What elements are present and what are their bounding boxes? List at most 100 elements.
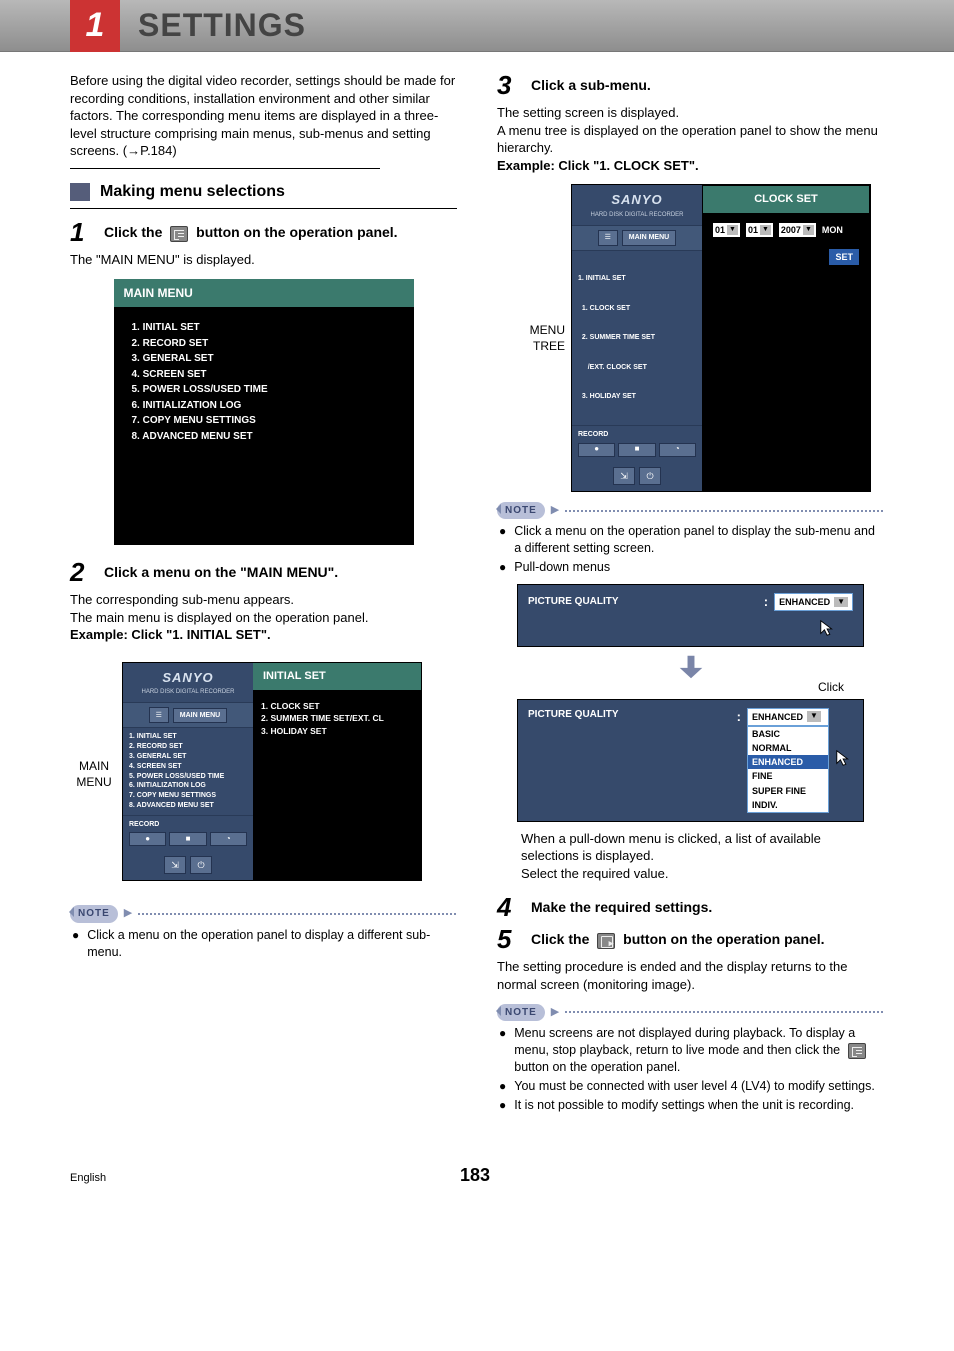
field-label: PICTURE QUALITY [528,708,731,722]
option[interactable]: SUPER FINE [748,784,828,798]
chapter-title: SETTINGS [138,7,306,44]
dropdown-options: BASIC NORMAL ENHANCED FINE SUPER FINE IN… [747,726,829,813]
note-text: It is not possible to modify settings wh… [514,1097,854,1114]
day-dropdown[interactable]: 01▼ [746,223,773,237]
option[interactable]: NORMAL [748,741,828,755]
menu-icon: ☰ [149,707,169,723]
bullet-icon: ● [72,927,79,961]
step-heading: Click the button on the operation panel. [531,926,825,952]
note-text: Click a menu on the operation panel to d… [87,927,457,961]
clock-set-screen: CLOCK SET 01▼ 01▼ 2007▼ MON SET [702,185,870,491]
menu-item: 6. INITIALIZATION LOG [132,399,396,413]
menu-item: 5. POWER LOSS/USED TIME [132,383,396,397]
step-number: 1 [70,219,92,245]
pulldown-closed: PICTURE QUALITY : ENHANCED ▼ [517,584,864,647]
step-3: 3 Click a sub-menu. [497,72,884,98]
list-item: 1. INITIAL SET [129,732,247,742]
main-menu-label: MAIN MENU [173,708,227,723]
selected-value: ENHANCED [779,596,830,608]
note-header: NOTE ▶ [70,905,457,923]
set-button[interactable]: SET [829,249,859,265]
step-number: 5 [497,926,519,952]
chapter-number-tab: 1 [70,0,120,52]
menu-item: 4. SCREEN SET [132,368,396,382]
note-text: Menu screens are not displayed during pl… [514,1025,884,1076]
example-text: Example: Click "1. CLOCK SET". [497,157,884,175]
list-item: 3. GENERAL SET [129,752,247,762]
section-heading: Making menu selections [100,181,285,203]
right-column: 3 Click a sub-menu. The setting screen i… [497,72,884,1115]
record-section: RECORD ● ■ ◔ [572,425,702,460]
arrow-icon: ▶ [551,503,559,518]
page-footer: English 183 [0,1125,954,1206]
dropdown-arrow-icon: ▼ [834,597,848,608]
list-item: 2. SUMMER TIME SET [578,333,696,343]
brand-subtitle: HARD DISK DIGITAL RECORDER [123,688,253,702]
record-icon: ● [578,443,615,457]
timer-icon: ◔ [210,832,247,846]
timer-icon: ◔ [659,443,696,457]
bullet-icon: ● [499,523,506,557]
screen-header: INITIAL SET [253,663,421,690]
note-badge: NOTE [70,905,118,923]
option[interactable]: FINE [748,769,828,783]
main-menu-header: MAIN MENU [114,279,414,307]
list-item: 4. SCREEN SET [129,762,247,772]
step-body: The setting screen is displayed. A menu … [497,104,884,174]
stop-icon: ■ [618,443,655,457]
list-item: 8. ADVANCED MENU SET [129,801,247,811]
list-item: 2. RECORD SET [129,742,247,752]
text: TREE [517,338,565,354]
text: MENU [70,774,118,790]
note-text: Click a menu on the operation panel to d… [514,523,884,557]
option[interactable]: INDIV. [748,798,828,812]
list-item: 5. POWER LOSS/USED TIME [129,772,247,782]
month-dropdown[interactable]: 01▼ [713,223,740,237]
record-section: RECORD ● ■ ◔ [123,815,253,850]
clock-set-screenshot: MENU TREE SANYO HARD DISK DIGITAL RECORD… [517,184,884,492]
down-arrow-icon [517,655,864,679]
picture-quality-dropdown[interactable]: ENHANCED ▼ [774,593,853,611]
step-1: 1 Click the button on the operation pane… [70,219,457,245]
panel-button-row: ☰ MAIN MENU [123,702,253,728]
step-number: 2 [70,559,92,585]
list-item: 6. INITIALIZATION LOG [129,781,247,791]
menu-icon [170,226,188,242]
menu-item: 7. COPY MENU SETTINGS [132,414,396,428]
option-selected[interactable]: ENHANCED [748,755,828,769]
list-item: 7. COPY MENU SETTINGS [129,791,247,801]
setting-screen: INITIAL SET 1. CLOCK SET 2. SUMMER TIME … [253,663,421,880]
step-heading: Click the button on the operation panel. [104,219,398,245]
text: The corresponding sub-menu appears. [70,591,457,609]
bullet-icon: ● [499,1078,506,1095]
operation-panel: SANYO HARD DISK DIGITAL RECORDER ☰ MAIN … [123,663,253,880]
main-menu-body: 1. INITIAL SET 2. RECORD SET 3. GENERAL … [114,307,414,545]
power-icon: ⏻ [190,856,212,874]
year-dropdown[interactable]: 2007▼ [779,223,816,237]
note-bullets: ●Click a menu on the operation panel to … [70,927,457,961]
dropdown-arrow-icon: ▼ [760,225,771,234]
option[interactable]: BASIC [748,727,828,741]
record-label: RECORD [129,820,247,829]
exit-icon: ⇲ [613,467,635,485]
step-heading: Make the required settings. [531,894,712,920]
step-number: 3 [497,72,519,98]
panel-menu-list: 1. INITIAL SET 2. RECORD SET 3. GENERAL … [123,728,253,814]
note-divider [565,510,884,512]
colon: : [764,593,768,611]
note-divider [565,1011,884,1013]
main-menu-screenshot: MAIN MENU 1. INITIAL SET 2. RECORD SET 3… [114,279,414,545]
list-item: 1. CLOCK SET [578,304,696,314]
menu-item: 8. ADVANCED MENU SET [132,430,396,444]
note-header: NOTE ▶ [497,1004,884,1022]
record-label: RECORD [578,430,696,439]
dropdown-arrow-icon: ▼ [803,225,814,234]
pulldown-figure: PICTURE QUALITY : ENHANCED ▼ Click PICTU… [517,584,864,883]
panel-bottom-buttons: ⇲ ⏻ [123,850,253,880]
arrow-icon: ▶ [551,1005,559,1020]
list-item: /EXT. CLOCK SET [578,363,696,373]
text: Click the [531,931,593,947]
note-text: You must be connected with user level 4 … [514,1078,875,1095]
picture-quality-dropdown[interactable]: ENHANCED ▼ [747,708,829,726]
main-menu-label: MAIN MENU [622,230,676,245]
